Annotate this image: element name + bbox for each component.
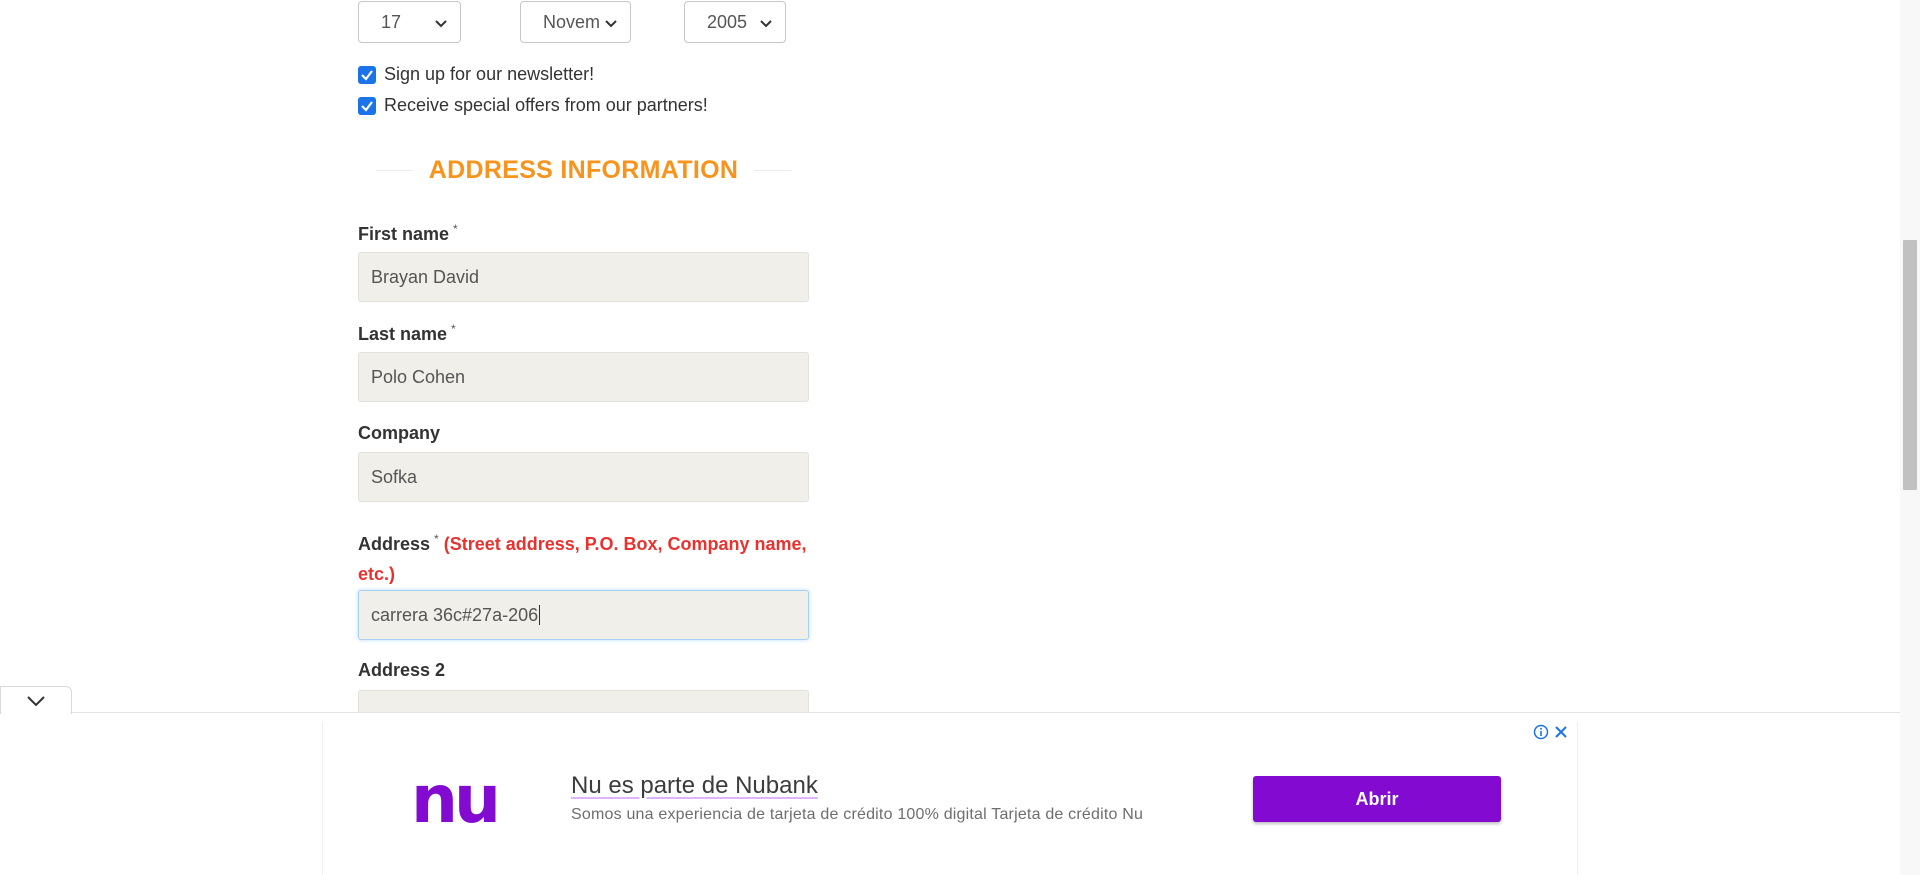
newsletter-row[interactable]: Sign up for our newsletter! <box>358 64 594 85</box>
first-name-value: Brayan David <box>371 266 480 287</box>
company-field[interactable]: Sofka <box>358 452 809 502</box>
address-field[interactable]: carrera 36c#27a-206 <box>358 590 809 640</box>
nubank-ad[interactable]: nu Nu es parte de Nubank Somos una exper… <box>322 722 1578 875</box>
last-name-label-text: Last name <box>358 324 448 344</box>
newsletter-checkbox[interactable] <box>358 65 376 84</box>
dob-month-select[interactable]: Novem <box>520 1 631 43</box>
newsletter-label: Sign up for our newsletter! <box>384 64 595 84</box>
ad-title[interactable]: Nu es parte de Nubank <box>571 772 818 800</box>
offers-row[interactable]: Receive special offers from our partners… <box>358 95 708 116</box>
close-icon[interactable] <box>1553 724 1569 740</box>
ad-description: Somos una experiencia de tarjeta de créd… <box>571 806 1144 823</box>
nubank-logo[interactable]: nu <box>411 767 501 833</box>
address-value: carrera 36c#27a-206 <box>371 604 539 625</box>
dob-month-value: Novem <box>543 11 599 32</box>
first-name-label-text: First name <box>358 224 450 244</box>
chevron-down-icon <box>605 20 617 28</box>
section-title: ADDRESS INFORMATION <box>428 155 739 184</box>
last-name-field[interactable]: Polo Cohen <box>358 352 809 402</box>
offers-checkbox[interactable] <box>358 96 376 115</box>
required-mark: * <box>451 322 456 336</box>
company-label-text: Company <box>358 423 441 443</box>
required-mark: * <box>453 222 458 236</box>
last-name-value: Polo Cohen <box>371 366 466 387</box>
ad-collapse-tab[interactable] <box>0 686 72 714</box>
last-name-label: Last name * <box>358 322 456 345</box>
address-label-text: Address <box>358 534 431 554</box>
checkmark-icon <box>361 100 373 112</box>
chevron-down-icon <box>760 20 772 28</box>
first-name-field[interactable]: Brayan David <box>358 252 809 302</box>
address2-label: Address 2 <box>358 660 445 681</box>
required-mark: * <box>434 532 439 546</box>
offers-label: Receive special offers from our partners… <box>384 95 708 115</box>
info-icon[interactable] <box>1533 724 1549 740</box>
dob-day-value: 17 <box>381 11 402 32</box>
address2-label-text: Address 2 <box>358 660 446 680</box>
scrollbar-thumb[interactable] <box>1903 240 1917 490</box>
address-hint: (Street address, P.O. Box, Company name, <box>443 534 807 554</box>
address-label: Address * (Street address, P.O. Box, Comp… <box>358 524 818 589</box>
text-caret <box>539 605 541 625</box>
chevron-down-icon <box>27 695 45 706</box>
company-label: Company <box>358 423 440 444</box>
ad-divider <box>0 712 1900 713</box>
dob-year-value: 2005 <box>707 11 748 32</box>
address-hint-cont: etc.) <box>358 564 396 584</box>
address-section-heading: ADDRESS INFORMATION <box>376 152 791 188</box>
first-name-label: First name * <box>358 222 458 245</box>
dob-day-select[interactable]: 17 <box>358 1 461 43</box>
page-scrollbar[interactable] <box>1900 0 1920 875</box>
page: 17 Novem 2005 Sign up for our newsletter… <box>0 0 1920 875</box>
ad-open-button[interactable]: Abrir <box>1253 776 1501 822</box>
dob-year-select[interactable]: 2005 <box>684 1 786 43</box>
checkmark-icon <box>361 69 373 81</box>
company-value: Sofka <box>371 466 418 487</box>
chevron-down-icon <box>435 20 447 28</box>
